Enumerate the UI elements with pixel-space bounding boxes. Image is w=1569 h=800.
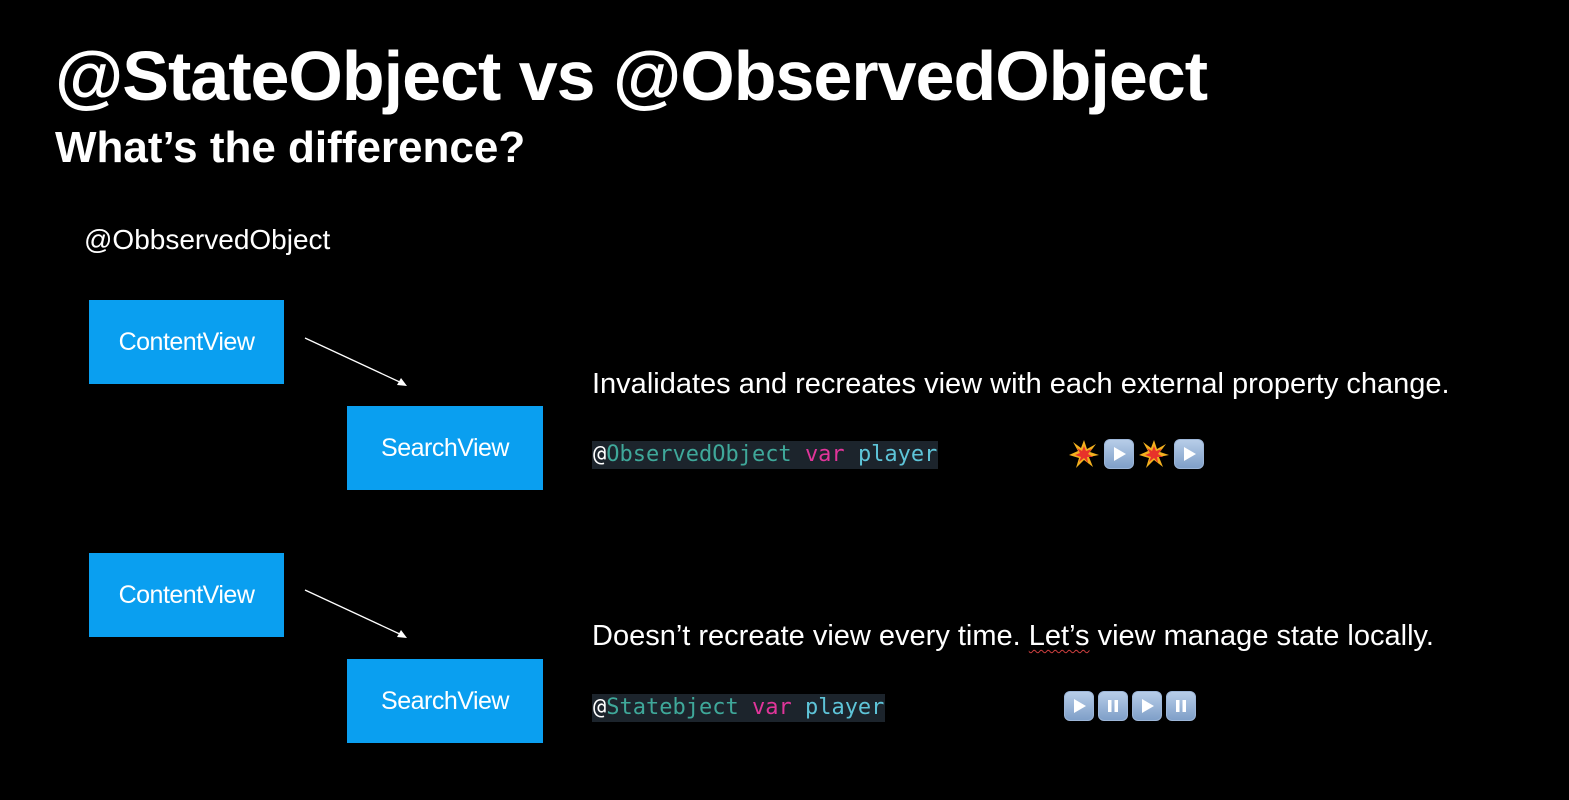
- search-view-label: SearchView: [381, 433, 509, 462]
- arrow-top: [304, 337, 407, 386]
- content-view-label: ContentView: [118, 327, 255, 356]
- collision-icon: [1068, 438, 1100, 470]
- code-keyword: var: [804, 442, 845, 467]
- code-at: @: [593, 695, 607, 720]
- search-view-box-top: SearchView: [347, 406, 543, 490]
- content-view-label: ContentView: [118, 580, 255, 609]
- code-keyword: var: [751, 695, 792, 720]
- description-bottom: Doesn’t recreate view every time. Let’s …: [592, 620, 1434, 653]
- search-view-box-bottom: SearchView: [347, 659, 543, 743]
- code-line-bottom: @Statebject var player: [592, 694, 886, 722]
- icon-sequence-top: [1068, 438, 1204, 470]
- content-view-box-top: ContentView: [89, 300, 284, 384]
- play-icon: [1104, 439, 1134, 469]
- pause-icon: [1098, 691, 1128, 721]
- code-type: ObservedObject: [606, 442, 792, 467]
- pause-icon: [1166, 691, 1196, 721]
- slide-subtitle: What’s the difference?: [55, 123, 526, 172]
- slide-title: @StateObject vs @ObservedObject: [55, 37, 1208, 115]
- code-identifier: player: [857, 442, 938, 467]
- search-view-label: SearchView: [381, 686, 509, 715]
- collision-icon: [1138, 438, 1170, 470]
- description-top: Invalidates and recreates view with each…: [592, 368, 1450, 400]
- play-icon: [1064, 691, 1094, 721]
- content-view-box-bottom: ContentView: [89, 553, 284, 637]
- description-bottom-pre: Doesn’t recreate view every time.: [592, 620, 1029, 652]
- code-line-top: @ObservedObject var player: [592, 441, 939, 469]
- icon-sequence-bottom: [1064, 691, 1196, 721]
- section-label: @ObbservedObject: [84, 224, 331, 255]
- description-bottom-underlined: Let’s: [1028, 620, 1090, 652]
- code-at: @: [593, 442, 607, 467]
- code-type: Statebject: [606, 695, 739, 720]
- description-bottom-post: view manage state locally.: [1089, 620, 1434, 652]
- play-icon: [1132, 691, 1162, 721]
- play-icon: [1174, 439, 1204, 469]
- arrow-bottom: [304, 589, 407, 638]
- code-identifier: player: [804, 695, 885, 720]
